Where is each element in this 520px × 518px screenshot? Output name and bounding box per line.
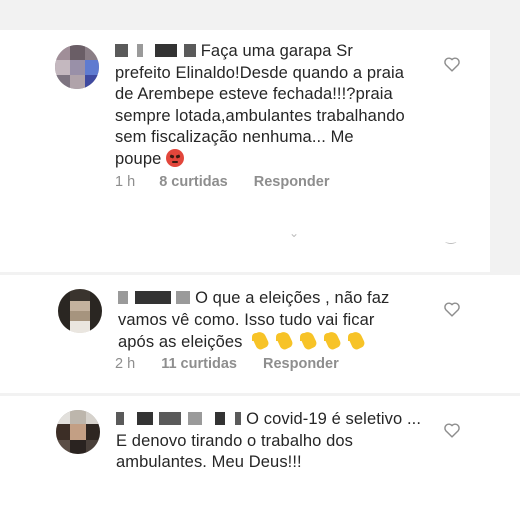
likes-count[interactable]: 11 curtidas (161, 356, 237, 372)
redacted-username (184, 44, 197, 57)
reply-button[interactable]: Responder (254, 174, 330, 190)
comment-line: prefeito Elinaldo!Desde quando a praia (115, 63, 405, 82)
comment-text: Faça uma garapa Sr prefeito Elinaldo!Des… (115, 41, 445, 170)
heart-icon[interactable] (443, 301, 461, 317)
comment-time: 1 h (115, 174, 136, 190)
comment-line: de Arembepe esteve fechada!!!?praia (115, 85, 393, 103)
comment-line-text: poupe (115, 149, 162, 168)
redacted-username (115, 44, 128, 57)
clapping-hands-icon (251, 331, 271, 351)
comment-line: Faça uma garapa Sr (115, 41, 445, 63)
scroll-indicator: ⌄ (289, 226, 300, 240)
redacted-username (155, 44, 178, 57)
redacted-username (136, 44, 143, 57)
emoji-group (251, 333, 371, 351)
comment-line: O que a eleições , não faz (118, 288, 458, 310)
redacted-username (235, 412, 242, 425)
redacted-username (116, 412, 124, 425)
comment-line-text: Faça uma garapa Sr (200, 42, 353, 60)
comment-text: O covid-19 é seletivo ... E denovo tiran… (116, 409, 456, 474)
comment-time: 2 h (115, 356, 136, 372)
comment-line-text: O que a eleições , não faz (195, 289, 390, 307)
redacted-username (214, 412, 225, 425)
avatar[interactable] (58, 289, 102, 333)
heart-icon[interactable] (443, 422, 461, 438)
comment-line-text: após as eleições (118, 333, 243, 351)
angry-face-icon (166, 148, 185, 167)
redacted-username (159, 412, 182, 425)
redacted-username (118, 291, 128, 304)
heart-icon[interactable] (443, 56, 461, 72)
comment-card-2: O que a eleições , não faz vamos vê como… (0, 275, 520, 393)
comment-line: sempre lotada,ambulantes trabalhando (115, 106, 405, 125)
clapping-hands-icon (323, 331, 343, 351)
comment-line: poupe (115, 148, 445, 171)
comment-line: vamos vê como. Isso tudo vai ficar (118, 310, 375, 329)
reply-button[interactable]: Responder (263, 356, 339, 372)
comment-card-3: O covid-19 é seletivo ... E denovo tiran… (0, 396, 520, 518)
avatar[interactable] (55, 45, 99, 89)
comment-text: O que a eleições , não faz vamos vê como… (118, 288, 458, 354)
avatar[interactable] (56, 410, 100, 454)
clapping-hands-icon (275, 331, 295, 351)
comment-line: sem fiscalização nenhuma... Me (115, 128, 354, 146)
comment-line: após as eleições (118, 331, 458, 354)
comment-line: ambulantes. Meu Deus!!! (116, 453, 302, 471)
comment-line: E denovo tirando o trabalho dos (116, 431, 354, 450)
comment-line: O covid-19 é seletivo ... (116, 409, 456, 431)
clapping-hands-icon (347, 331, 367, 351)
comment-meta: 2 h 11 curtidas Responder (115, 356, 339, 372)
comment-meta: 1 h 8 curtidas Responder (115, 174, 329, 190)
likes-count[interactable]: 8 curtidas (159, 174, 228, 190)
redacted-username (176, 291, 191, 304)
clapping-hands-icon (299, 331, 319, 351)
comment-card-1: Faça uma garapa Sr prefeito Elinaldo!Des… (0, 30, 490, 272)
redacted-username (134, 291, 171, 304)
comment-line-text: O covid-19 é seletivo ... (246, 410, 422, 428)
redacted-username (136, 412, 153, 425)
scroll-indicator: ‿ (446, 230, 456, 244)
redacted-username (188, 412, 203, 425)
